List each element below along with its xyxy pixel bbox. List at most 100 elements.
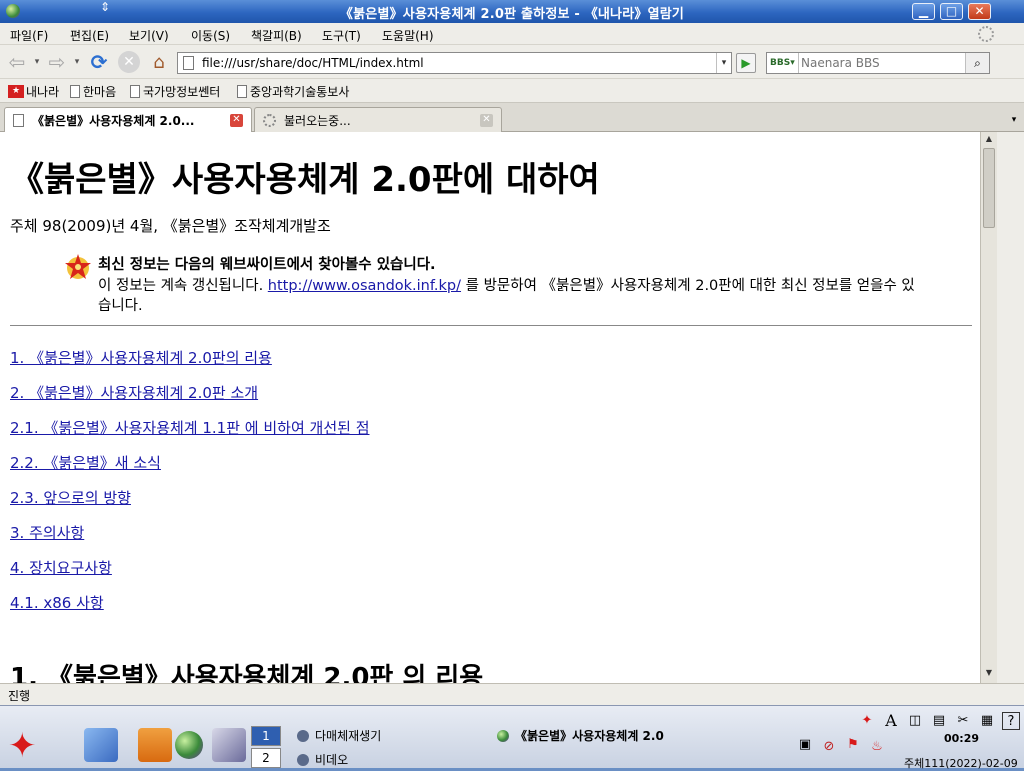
flag-icon[interactable]: ⚑ <box>844 736 862 754</box>
reload-button[interactable]: ⟳ <box>87 50 111 74</box>
workspace-2[interactable]: 2 <box>251 748 281 768</box>
tab-loading[interactable]: 불러오는중... ✕ <box>254 107 502 132</box>
toc-link[interactable]: 2.2. 《붉은별》새 소식 <box>10 446 370 481</box>
tab-label: 불러오는중... <box>284 113 351 128</box>
forward-history-dropdown[interactable]: ▾ <box>71 50 81 74</box>
toc-link[interactable]: 4.1. x86 사항 <box>10 586 370 621</box>
stop-button[interactable]: ✕ <box>118 51 140 73</box>
divider <box>10 325 972 326</box>
red-star-menu-button[interactable]: ✦ <box>8 726 68 766</box>
page-icon <box>130 85 140 98</box>
window-titlebar[interactable]: ⇕ 《붉은별》사용자용체계 2.0판 출하정보 - 《내나라》열람기 ▁ □ ✕ <box>0 0 1024 23</box>
tab-list-dropdown[interactable]: ▾ <box>1006 110 1022 130</box>
search-engine-selector[interactable]: BBS▾ <box>767 53 799 73</box>
toc-link[interactable]: 1. 《붉은별》사용자용체계 2.0판의 리용 <box>10 341 370 376</box>
editor-launcher-icon[interactable] <box>84 728 118 762</box>
close-tab-icon[interactable]: ✕ <box>480 114 493 127</box>
play-arrow-icon: ▶ <box>741 56 751 70</box>
search-input[interactable] <box>801 54 961 72</box>
tools-icon[interactable]: ✂ <box>954 712 972 730</box>
page-icon <box>13 114 24 127</box>
notice-title: 최신 정보는 다음의 웨브싸이트에서 찾아볼수 있습니다. <box>98 257 436 273</box>
table-of-contents: 1. 《붉은별》사용자용체계 2.0판의 리용 2. 《붉은별》사용자용체계 2… <box>10 341 370 621</box>
close-window-button[interactable]: ✕ <box>968 3 991 20</box>
maximize-button[interactable]: □ <box>940 3 963 20</box>
task-browser[interactable]: 《붉은별》사용자용체계 2.0 <box>497 727 664 744</box>
network-icon[interactable]: ▣ <box>796 736 814 754</box>
scroll-up-arrow-icon[interactable]: ▲ <box>982 134 996 147</box>
bookmark-label: 중앙과학기술통보사 <box>250 85 350 99</box>
menu-go[interactable]: 이동(S) <box>191 27 230 44</box>
url-input[interactable] <box>202 54 712 72</box>
bookmark-hanmaeum[interactable]: 한마음 <box>70 83 116 100</box>
toc-link[interactable]: 4. 장치요구사항 <box>10 551 370 586</box>
back-button[interactable]: ⇦ <box>4 50 30 74</box>
chevron-down-icon: ▾ <box>74 57 80 67</box>
page-icon <box>237 85 247 98</box>
window-icon[interactable]: ◫ <box>906 712 924 730</box>
page-icon <box>183 56 194 70</box>
section-heading: 1. 《붉은별》사용자용체계 2.0판 의 리용 <box>10 663 484 683</box>
menu-help[interactable]: 도움말(H) <box>382 27 434 44</box>
tab-bar: 《붉은별》사용자용체계 2.0... ✕ 불러오는중... ✕ ▾ <box>0 103 1024 133</box>
bookmark-label: 내나라 <box>26 85 60 99</box>
note-icon[interactable]: ▤ <box>930 712 948 730</box>
bookmark-naenara[interactable]: ★ 내나라 <box>8 83 59 100</box>
vertical-scrollbar[interactable]: ▲ ▼ <box>980 132 997 683</box>
toc-link[interactable]: 2. 《붉은별》사용자용체계 2.0판 소개 <box>10 376 370 411</box>
forward-button[interactable]: ⇨ <box>44 50 70 74</box>
back-history-dropdown[interactable]: ▾ <box>31 50 41 74</box>
alert-icon[interactable]: ♨ <box>868 738 886 756</box>
task-media-player[interactable]: 다매체재생기 <box>297 727 381 744</box>
help-icon[interactable]: ? <box>1002 712 1020 730</box>
toc-link[interactable]: 2.3. 앞으로의 방향 <box>10 481 370 516</box>
media-player-icon <box>297 729 309 742</box>
url-history-dropdown[interactable]: ▾ <box>716 53 731 73</box>
minimize-button[interactable]: ▁ <box>912 3 935 20</box>
bookmark-science-news[interactable]: 중앙과학기술통보사 <box>237 83 349 100</box>
volume-muted-icon[interactable]: ⊘ <box>820 738 838 756</box>
task-label: 비데오 <box>315 753 349 767</box>
menu-view[interactable]: 보기(V) <box>129 27 169 44</box>
activity-throbber-icon <box>978 26 994 42</box>
browser-launcher-icon[interactable] <box>175 731 203 759</box>
toc-link[interactable]: 2.1. 《붉은별》사용자용체계 1.1판 에 비하여 개선된 점 <box>10 411 370 446</box>
scroll-down-arrow-icon[interactable]: ▼ <box>982 668 996 681</box>
search-button[interactable]: ⌕ <box>965 53 989 73</box>
chevron-down-icon: ▾ <box>34 57 40 67</box>
osandok-link[interactable]: http://www.osandok.inf.kp/ <box>268 278 461 294</box>
window-title: 《붉은별》사용자용체계 2.0판 출하정보 - 《내나라》열람기 <box>339 7 685 22</box>
files-launcher-icon[interactable] <box>138 728 172 762</box>
scrollbar-thumb[interactable] <box>983 148 995 228</box>
menu-edit[interactable]: 편집(E) <box>70 27 109 44</box>
status-text: 진행 <box>8 689 31 703</box>
navigation-toolbar: ⇦ ▾ ⇨ ▾ ⟳ ✕ ⌂ ▾ ▶ BBS▾ ⌕ <box>0 45 1024 79</box>
media-launcher-icon[interactable] <box>212 728 246 762</box>
tab-active[interactable]: 《붉은별》사용자용체계 2.0... ✕ <box>4 107 252 133</box>
date: 주체111(2022)-02-09 <box>904 757 1018 770</box>
menu-file[interactable]: 파일(F) <box>10 27 48 44</box>
bookmark-national-network[interactable]: 국가망정보쎈터 <box>130 83 220 100</box>
toc-link[interactable]: 3. 주의사항 <box>10 516 370 551</box>
address-bar[interactable]: ▾ <box>177 52 732 74</box>
bookmarks-toolbar: ★ 내나라 한마음 국가망정보쎈터 중앙과학기술통보사 <box>0 79 1024 103</box>
clock[interactable]: 00:29 <box>944 732 979 745</box>
go-button[interactable]: ▶ <box>736 53 756 73</box>
calculator-icon[interactable]: ▦ <box>978 712 996 730</box>
close-tab-icon[interactable]: ✕ <box>230 114 243 127</box>
forward-arrow-icon: ⇨ <box>48 50 66 74</box>
video-icon <box>297 753 309 766</box>
task-video[interactable]: 비데오 <box>297 751 348 768</box>
task-label: 다매체재생기 <box>315 729 382 743</box>
notice-text: 이 정보는 계속 갱신됩니다. <box>98 278 268 294</box>
workspace-1[interactable]: 1 <box>251 726 281 746</box>
font-icon[interactable]: A <box>882 712 900 730</box>
magnifier-icon: ⌕ <box>974 56 981 70</box>
home-button[interactable]: ⌂ <box>147 50 171 74</box>
page-icon <box>70 85 80 98</box>
menu-bookmarks[interactable]: 책갈피(B) <box>251 27 302 44</box>
menu-tools[interactable]: 도구(T) <box>322 27 361 44</box>
search-box[interactable]: BBS▾ ⌕ <box>766 52 990 74</box>
red-star-tray-icon[interactable]: ✦ <box>858 712 876 730</box>
naenara-logo-icon: ★ <box>8 85 24 98</box>
